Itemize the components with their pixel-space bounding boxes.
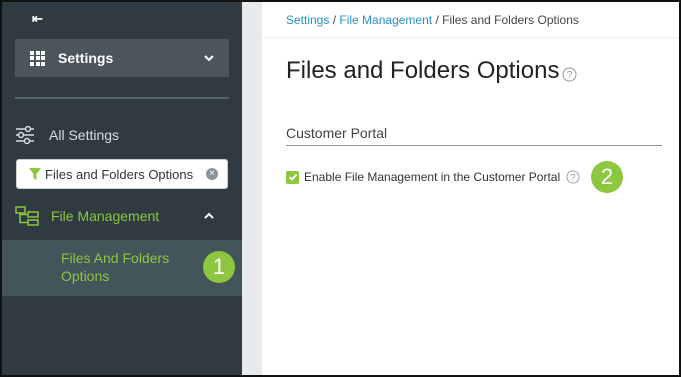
- settings-menu-header[interactable]: Settings: [15, 39, 229, 77]
- option-enable-file-management: Enable File Management in the Customer P…: [286, 170, 580, 184]
- svg-text:?: ?: [567, 70, 573, 81]
- chevron-down-icon: [204, 55, 214, 62]
- breadcrumb-file-management[interactable]: File Management: [339, 13, 432, 27]
- filter-input[interactable]: [45, 166, 195, 182]
- folder-tree-icon: [15, 206, 39, 226]
- sidebar-item-all-settings[interactable]: All Settings: [15, 120, 229, 150]
- sliders-icon: [16, 126, 34, 144]
- breadcrumb: Settings / File Management / Files and F…: [286, 13, 579, 27]
- clear-icon[interactable]: ×: [206, 168, 218, 180]
- help-icon[interactable]: ?: [566, 170, 580, 184]
- files-and-folders-options-label: Files And Folders Options: [61, 250, 170, 284]
- sidebar: ⇤ Settings All Settings Files and Folder…: [2, 2, 242, 375]
- help-icon[interactable]: ?: [562, 67, 577, 82]
- collapse-sidebar-icon[interactable]: ⇤: [32, 11, 43, 27]
- funnel-icon: [29, 168, 41, 180]
- breadcrumb-settings[interactable]: Settings: [286, 13, 329, 27]
- breadcrumb-current: Files and Folders Options: [442, 13, 579, 27]
- sidebar-item-file-management[interactable]: File Management: [15, 201, 229, 231]
- checkmark-icon: [288, 173, 297, 181]
- sidebar-gutter: [242, 2, 262, 375]
- chevron-up-icon: [204, 212, 214, 219]
- option-label: Enable File Management in the Customer P…: [304, 170, 561, 184]
- header-divider: [262, 37, 679, 38]
- step-badge-1: 1: [203, 251, 235, 283]
- svg-text:?: ?: [571, 172, 576, 182]
- enable-file-management-checkbox[interactable]: [286, 170, 299, 184]
- section-title: Customer Portal: [286, 125, 388, 141]
- page-title: Files and Folders Options: [286, 57, 560, 84]
- section-divider: [286, 145, 662, 146]
- breadcrumb-separator: /: [332, 13, 337, 27]
- grid-icon: [30, 50, 45, 66]
- file-management-label: File Management: [51, 208, 160, 224]
- settings-label: Settings: [58, 50, 114, 66]
- settings-filter: ×: [16, 159, 228, 189]
- sidebar-divider: [15, 97, 229, 99]
- breadcrumb-separator: /: [435, 13, 439, 27]
- app-window: ⇤ Settings All Settings Files and Folder…: [0, 0, 681, 377]
- step-badge-2: 2: [591, 161, 623, 193]
- all-settings-label: All Settings: [49, 127, 120, 143]
